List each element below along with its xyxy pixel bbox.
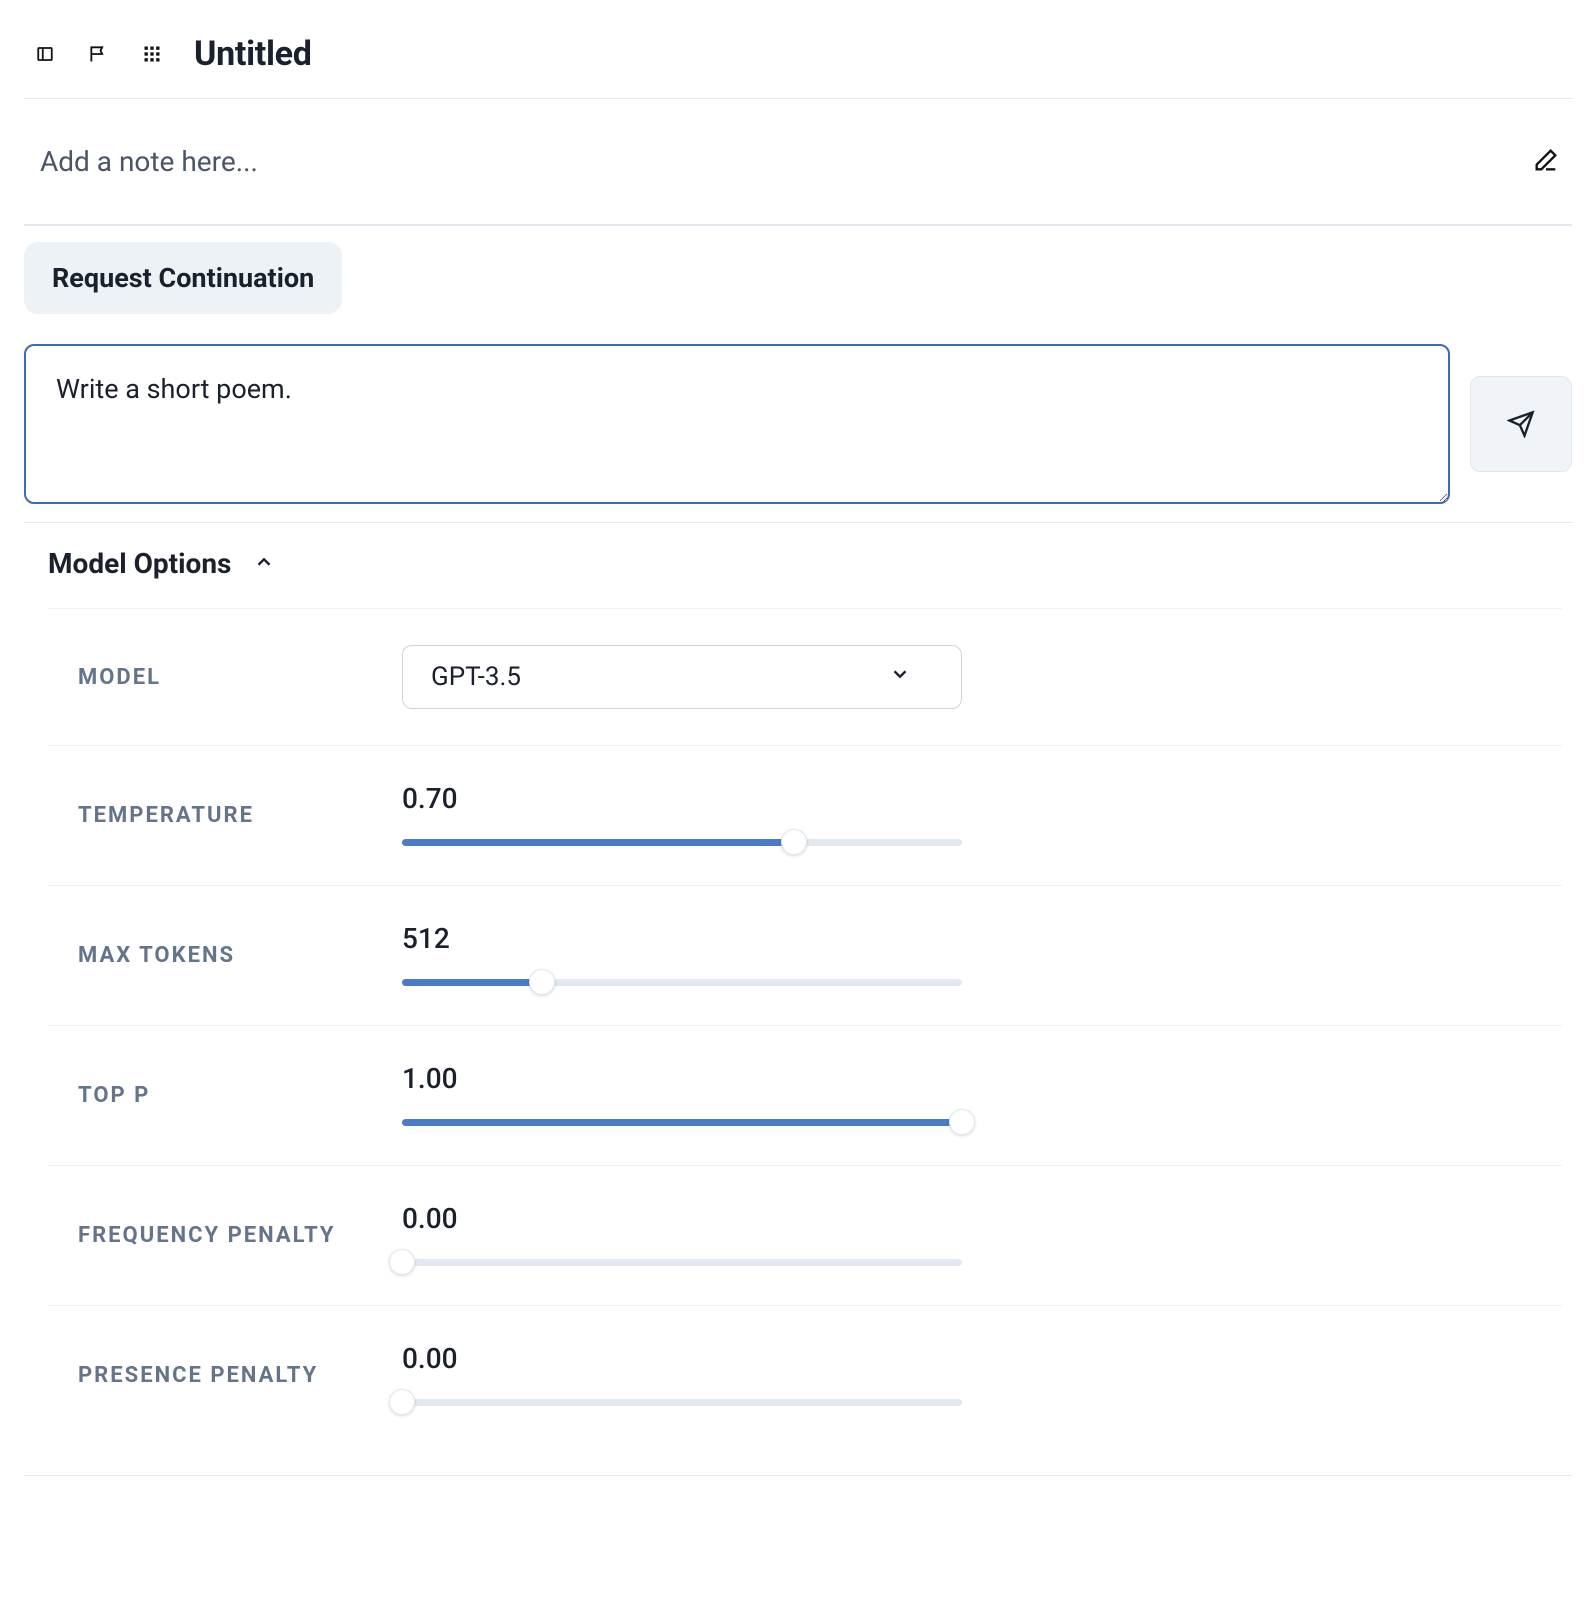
option-row-model: Model GPT-3.5 — [48, 608, 1562, 746]
model-select[interactable]: GPT-3.5 — [402, 645, 962, 709]
option-row-temperature: Temperature 0.70 — [48, 746, 1562, 886]
max-tokens-slider[interactable] — [402, 975, 962, 989]
page-title: Untitled — [194, 34, 312, 74]
presence-penalty-slider[interactable] — [402, 1395, 962, 1409]
option-label-frequency-penalty: Frequency Penalty — [48, 1223, 398, 1248]
presence-penalty-value: 0.00 — [402, 1342, 962, 1375]
chevron-down-icon — [889, 662, 911, 692]
option-label-temperature: Temperature — [48, 803, 398, 828]
note-row: Add a note here... — [24, 99, 1572, 225]
note-placeholder[interactable]: Add a note here... — [40, 145, 258, 178]
edit-note-icon[interactable] — [1532, 146, 1560, 178]
top-p-slider[interactable] — [402, 1115, 962, 1129]
top-bar: Untitled — [24, 20, 1572, 99]
request-continuation-tab[interactable]: Request Continuation — [24, 242, 342, 314]
temperature-value: 0.70 — [402, 782, 962, 815]
flag-icon[interactable] — [88, 44, 108, 64]
apps-grid-icon[interactable] — [142, 44, 162, 64]
option-row-presence-penalty: Presence Penalty 0.00 — [48, 1306, 1562, 1445]
option-label-model: Model — [48, 665, 398, 690]
option-row-frequency-penalty: Frequency Penalty 0.00 — [48, 1166, 1562, 1306]
option-row-top-p: Top P 1.00 — [48, 1026, 1562, 1166]
chevron-up-icon — [253, 551, 275, 577]
panel-toggle-icon[interactable] — [36, 45, 54, 63]
send-button[interactable] — [1470, 376, 1572, 472]
frequency-penalty-value: 0.00 — [402, 1202, 962, 1235]
model-options-heading: Model Options — [48, 547, 231, 580]
max-tokens-value: 512 — [402, 922, 962, 955]
prompt-input[interactable] — [24, 344, 1450, 504]
option-row-max-tokens: Max Tokens 512 — [48, 886, 1562, 1026]
top-p-value: 1.00 — [402, 1062, 962, 1095]
option-label-top-p: Top P — [48, 1083, 398, 1108]
option-label-max-tokens: Max Tokens — [48, 943, 398, 968]
temperature-slider[interactable] — [402, 835, 962, 849]
frequency-penalty-slider[interactable] — [402, 1255, 962, 1269]
model-options-toggle[interactable]: Model Options — [24, 523, 1572, 608]
model-selected-value: GPT-3.5 — [431, 662, 521, 692]
option-label-presence-penalty: Presence Penalty — [48, 1363, 398, 1388]
send-icon — [1507, 410, 1535, 438]
